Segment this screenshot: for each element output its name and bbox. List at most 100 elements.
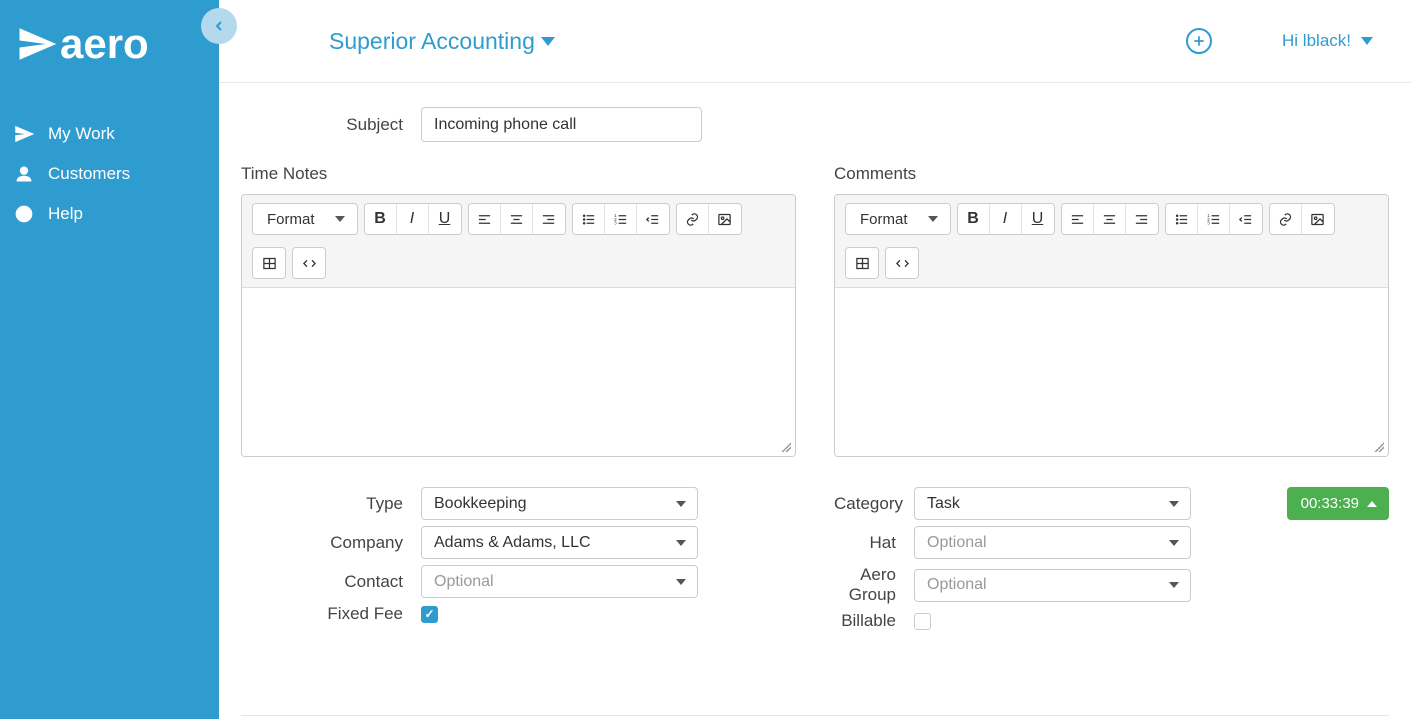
- align-left-button[interactable]: [469, 204, 501, 234]
- user-menu[interactable]: Hi lblack!: [1282, 31, 1373, 51]
- time-notes-column: Time Notes Format B I U: [241, 164, 796, 457]
- underline-button[interactable]: U: [1022, 204, 1054, 234]
- image-button[interactable]: [1302, 204, 1334, 234]
- form-right-column: 00:33:39 Category Task Hat Optional: [834, 487, 1389, 637]
- time-notes-editor: Format B I U 123: [241, 194, 796, 457]
- list-ul-icon: [1174, 212, 1189, 227]
- align-center-icon: [1102, 212, 1117, 227]
- collapse-sidebar-button[interactable]: [201, 8, 237, 44]
- comments-column: Comments Format B I U: [834, 164, 1389, 457]
- contact-select[interactable]: Optional: [421, 565, 698, 598]
- sidebar-item-label: Help: [48, 204, 83, 224]
- caret-down-icon: [335, 216, 345, 222]
- link-icon: [1278, 212, 1293, 227]
- link-button[interactable]: [1270, 204, 1302, 234]
- table-button[interactable]: [846, 248, 878, 278]
- sidebar: aero My Work Customers Help: [0, 0, 219, 719]
- outdent-icon: [645, 212, 660, 227]
- link-button[interactable]: [677, 204, 709, 234]
- paper-plane-icon: [14, 23, 60, 65]
- bulleted-list-button[interactable]: [573, 204, 605, 234]
- align-left-button[interactable]: [1062, 204, 1094, 234]
- user-icon: [14, 164, 34, 184]
- sidebar-item-label: My Work: [48, 124, 115, 144]
- sidebar-item-my-work[interactable]: My Work: [0, 114, 219, 154]
- align-left-icon: [477, 212, 492, 227]
- bold-button[interactable]: B: [958, 204, 990, 234]
- comments-textarea[interactable]: [835, 288, 1388, 456]
- company-name: Superior Accounting: [329, 28, 535, 55]
- align-right-icon: [541, 212, 556, 227]
- align-center-button[interactable]: [1094, 204, 1126, 234]
- brand-logo: aero: [0, 0, 219, 92]
- table-icon: [855, 256, 870, 271]
- topbar: Superior Accounting Hi lblack!: [219, 0, 1411, 83]
- table-icon: [262, 256, 277, 271]
- paper-plane-icon: [14, 124, 34, 144]
- format-dropdown[interactable]: Format: [253, 204, 357, 234]
- category-select[interactable]: Task: [914, 487, 1191, 520]
- comments-editor: Format B I U 123: [834, 194, 1389, 457]
- type-label: Type: [241, 494, 421, 514]
- svg-text:3: 3: [614, 220, 617, 225]
- company-label: Company: [241, 533, 421, 553]
- italic-button[interactable]: I: [990, 204, 1022, 234]
- aero-group-select[interactable]: Optional: [914, 569, 1191, 602]
- table-button[interactable]: [253, 248, 285, 278]
- bold-button[interactable]: B: [365, 204, 397, 234]
- timer-badge[interactable]: 00:33:39: [1287, 487, 1389, 520]
- content: Subject Time Notes Format B I U: [219, 83, 1411, 719]
- align-center-button[interactable]: [501, 204, 533, 234]
- align-right-button[interactable]: [1126, 204, 1158, 234]
- form-left-column: Type Bookkeeping Company Adams & Adams, …: [241, 487, 796, 637]
- numbered-list-button[interactable]: 123: [1198, 204, 1230, 234]
- align-right-button[interactable]: [533, 204, 565, 234]
- align-center-icon: [509, 212, 524, 227]
- form-grid: Type Bookkeeping Company Adams & Adams, …: [241, 487, 1389, 637]
- code-icon: [895, 256, 910, 271]
- sidebar-item-customers[interactable]: Customers: [0, 154, 219, 194]
- plus-icon: [1192, 34, 1206, 48]
- type-select[interactable]: Bookkeeping: [421, 487, 698, 520]
- editor-toolbar: Format B I U 123: [835, 195, 1388, 288]
- italic-button[interactable]: I: [397, 204, 429, 234]
- brand-name: aero: [60, 20, 149, 68]
- user-greeting: Hi lblack!: [1282, 31, 1351, 51]
- add-button[interactable]: [1186, 28, 1212, 54]
- subject-input[interactable]: [421, 107, 702, 142]
- divider: [241, 715, 1389, 716]
- bulleted-list-button[interactable]: [1166, 204, 1198, 234]
- underline-button[interactable]: U: [429, 204, 461, 234]
- code-button[interactable]: [886, 248, 918, 278]
- comments-label: Comments: [834, 164, 1389, 184]
- code-button[interactable]: [293, 248, 325, 278]
- subject-label: Subject: [241, 115, 421, 135]
- aero-group-label: Aero Group: [814, 565, 914, 605]
- company-select[interactable]: Adams & Adams, LLC: [421, 526, 698, 559]
- list-ol-icon: 123: [613, 212, 628, 227]
- fixed-fee-label: Fixed Fee: [241, 604, 421, 624]
- image-button[interactable]: [709, 204, 741, 234]
- chevron-down-icon: [1361, 37, 1373, 45]
- link-icon: [685, 212, 700, 227]
- align-right-icon: [1134, 212, 1149, 227]
- main: Superior Accounting Hi lblack! Subject T…: [219, 0, 1411, 719]
- fixed-fee-checkbox[interactable]: [421, 606, 438, 623]
- outdent-button[interactable]: [1230, 204, 1262, 234]
- list-ol-icon: 123: [1206, 212, 1221, 227]
- help-icon: [14, 204, 34, 224]
- format-dropdown[interactable]: Format: [846, 204, 950, 234]
- category-label: Category: [834, 494, 914, 514]
- billable-label: Billable: [834, 611, 914, 631]
- subject-row: Subject: [241, 107, 1389, 142]
- company-selector[interactable]: Superior Accounting: [329, 28, 555, 55]
- time-notes-label: Time Notes: [241, 164, 796, 184]
- hat-label: Hat: [834, 533, 914, 553]
- billable-checkbox[interactable]: [914, 613, 931, 630]
- hat-select[interactable]: Optional: [914, 526, 1191, 559]
- numbered-list-button[interactable]: 123: [605, 204, 637, 234]
- time-notes-textarea[interactable]: [242, 288, 795, 456]
- sidebar-item-help[interactable]: Help: [0, 194, 219, 234]
- chevron-down-icon: [541, 37, 555, 46]
- outdent-button[interactable]: [637, 204, 669, 234]
